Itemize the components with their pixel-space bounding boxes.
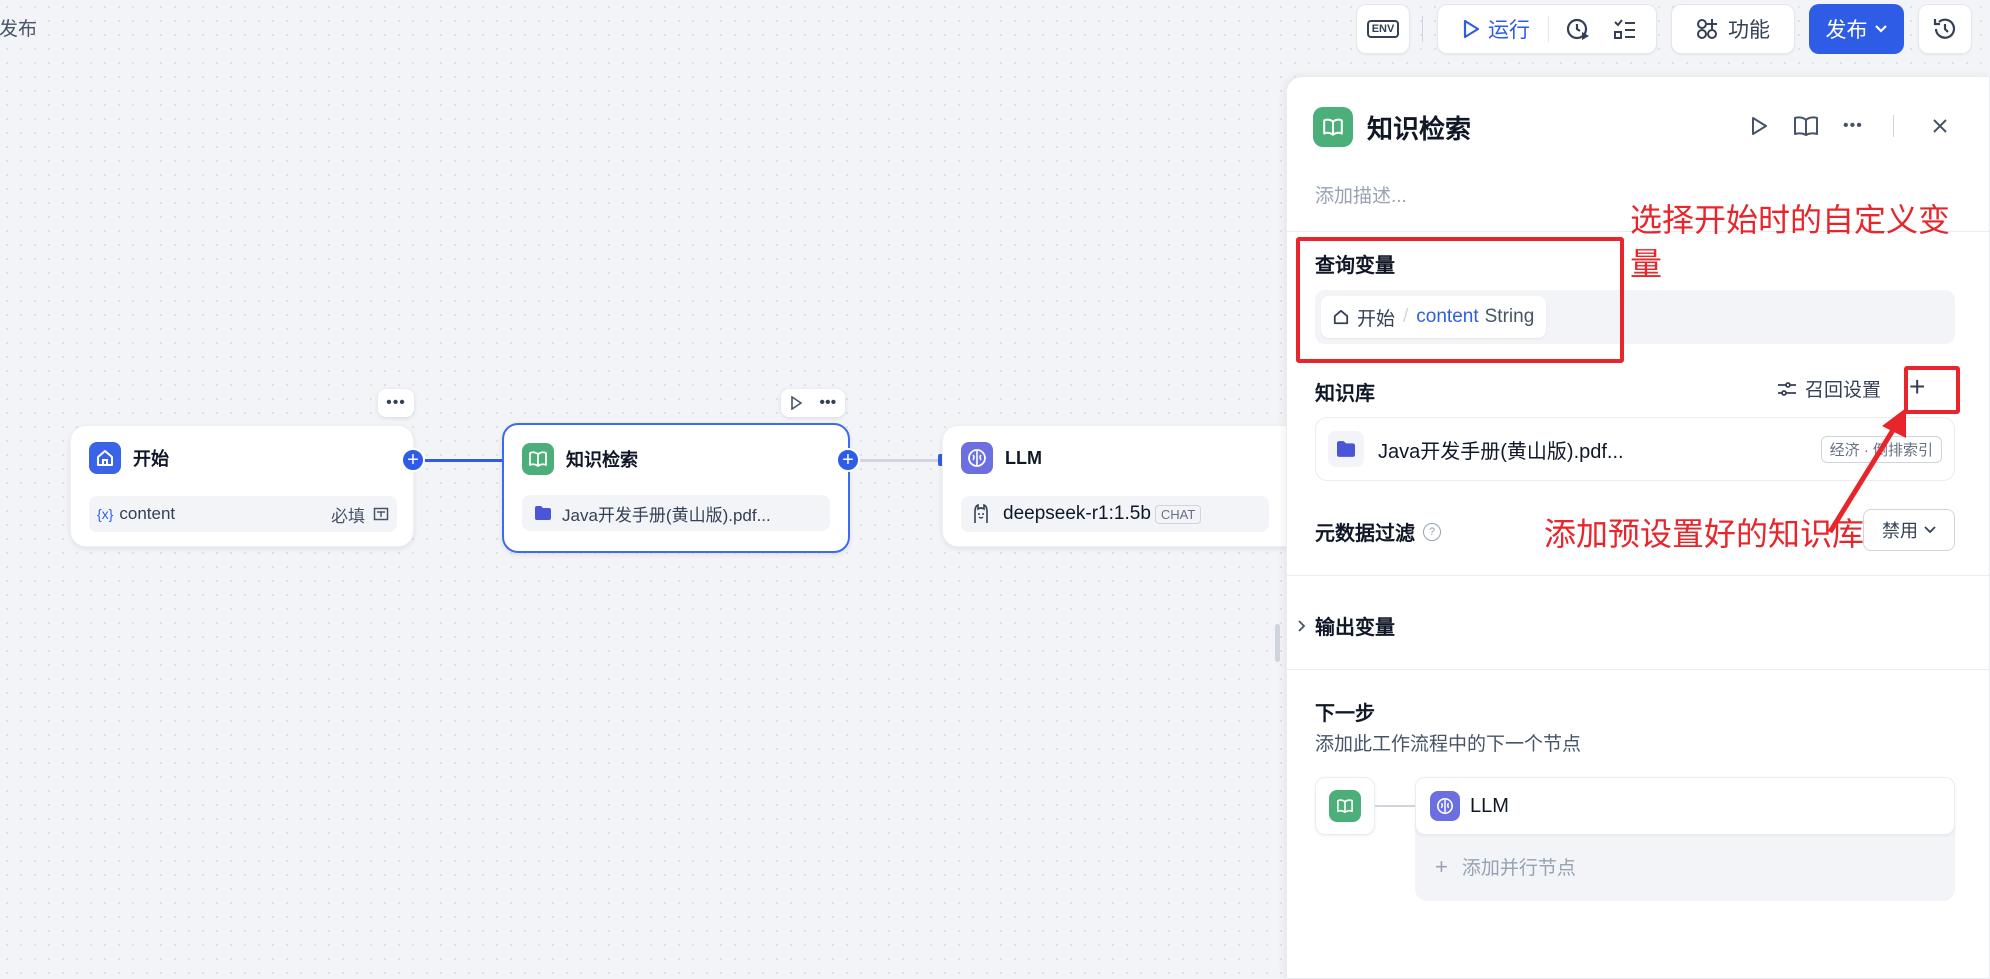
- panel-title: 知识检索: [1367, 113, 1472, 144]
- llm-model-name: deepseek-r1:1.5b: [1003, 503, 1151, 524]
- annotation-box-query: [1296, 237, 1624, 363]
- panel-resize-handle[interactable]: [1275, 624, 1280, 662]
- llm-node[interactable]: LLM deepseek-r1:1.5b CHAT: [942, 425, 1292, 547]
- book-icon: [522, 443, 554, 475]
- folder-icon: [535, 506, 551, 520]
- next-node-name: LLM: [1470, 794, 1509, 817]
- edge-knowledge-llm: [858, 459, 942, 462]
- checklist-button[interactable]: [1613, 18, 1637, 40]
- home-icon: [89, 442, 121, 474]
- input-type-icon: [373, 507, 389, 521]
- publish-button[interactable]: 发布: [1809, 4, 1904, 54]
- knowledge-node[interactable]: 知识检索 Java开发手册(黄山版).pdf...: [502, 423, 850, 553]
- knowledge-base-label: 知识库: [1315, 383, 1375, 405]
- plus-icon: +: [842, 449, 854, 471]
- annotation-arrow: [1827, 408, 1906, 534]
- start-node[interactable]: 开始 {x} content 必填: [70, 425, 414, 547]
- more-icon[interactable]: •••: [1843, 117, 1863, 135]
- env-button[interactable]: ENV: [1356, 4, 1410, 54]
- start-node-more-button[interactable]: •••: [378, 389, 414, 417]
- add-parallel-label: 添加并行节点: [1461, 858, 1576, 879]
- publish-status: 未发布: [0, 19, 38, 40]
- annotation-add-kb: 添加预设置好的知识库: [1544, 516, 1865, 552]
- add-parallel-node-button[interactable]: + 添加并行节点: [1435, 853, 1576, 880]
- chevron-right-icon: [1298, 619, 1306, 632]
- book-icon: [1313, 107, 1353, 147]
- checklist-icon: [1614, 19, 1635, 39]
- play-icon[interactable]: [790, 396, 802, 410]
- llm-model-row[interactable]: deepseek-r1:1.5b CHAT: [961, 496, 1269, 532]
- publish-label: 发布: [1825, 19, 1868, 42]
- knowledge-node-toolbar: •••: [781, 389, 845, 417]
- edge-start-knowledge: [414, 459, 504, 462]
- toolbar-divider: [1422, 16, 1423, 42]
- next-node-llm[interactable]: LLM: [1415, 777, 1955, 835]
- book-open-icon[interactable]: [1793, 115, 1819, 137]
- run-history-button[interactable]: [1565, 16, 1591, 42]
- start-add-button[interactable]: +: [401, 448, 425, 472]
- brain-icon: [1430, 791, 1460, 821]
- knowledge-node-title: 知识检索: [566, 450, 638, 470]
- start-var-name: content: [119, 504, 176, 523]
- next-step-connector: [1375, 805, 1415, 807]
- next-step-description: 添加此工作流程中的下一个节点: [1315, 734, 1582, 755]
- description-input[interactable]: 添加描述...: [1315, 181, 1407, 208]
- help-icon[interactable]: ?: [1423, 522, 1441, 541]
- version-history-button[interactable]: [1918, 4, 1972, 54]
- variable-icon: {x}: [97, 506, 114, 522]
- recall-settings-label: 召回设置: [1805, 380, 1882, 401]
- ollama-icon: [974, 503, 988, 523]
- clock-play-icon: [1566, 18, 1589, 40]
- metadata-filter-label: 元数据过滤: [1315, 523, 1415, 545]
- env-icon: ENV: [1366, 20, 1400, 38]
- next-step-title: 下一步: [1315, 703, 1375, 725]
- knowledge-add-button[interactable]: +: [836, 448, 860, 472]
- play-icon[interactable]: [1749, 115, 1769, 137]
- run-button[interactable]: 运行: [1438, 14, 1530, 44]
- apps-icon: [1697, 19, 1717, 39]
- run-group: 运行: [1437, 4, 1657, 54]
- panel-divider: [1287, 669, 1990, 670]
- knowledge-file-row[interactable]: Java开发手册(黄山版).pdf...: [522, 495, 830, 531]
- plus-icon: +: [407, 449, 419, 471]
- features-label: 功能: [1728, 19, 1770, 42]
- required-label: 必填: [331, 506, 365, 526]
- play-icon: [1463, 19, 1480, 39]
- plus-icon: +: [1435, 853, 1448, 879]
- recall-settings-button[interactable]: 召回设置: [1777, 375, 1881, 402]
- output-variables-toggle[interactable]: 输出变量: [1297, 611, 1395, 640]
- chevron-down-icon: [1924, 526, 1936, 534]
- knowledge-item-name: Java开发手册(黄山版).pdf...: [1378, 440, 1624, 463]
- knowledge-file-name: Java开发手册(黄山版).pdf...: [562, 505, 771, 525]
- panel-divider: [1287, 575, 1990, 576]
- features-button[interactable]: 功能: [1671, 4, 1795, 54]
- more-icon: •••: [386, 394, 406, 411]
- more-icon[interactable]: •••: [819, 394, 836, 412]
- start-var-row[interactable]: {x} content 必填: [89, 496, 397, 532]
- annotation-select-var: 选择开始时的自定义变量: [1630, 202, 1951, 282]
- close-icon[interactable]: [1930, 116, 1950, 136]
- history-icon: [1933, 18, 1956, 39]
- chevron-down-icon: [1874, 25, 1887, 33]
- current-node-icon: [1315, 777, 1375, 835]
- header-divider: [1892, 115, 1894, 137]
- brain-icon: [961, 442, 993, 474]
- run-divider: [1548, 16, 1549, 42]
- next-step-list: LLM + 添加并行节点: [1415, 777, 1955, 901]
- llm-mode-badge: CHAT: [1154, 504, 1202, 524]
- output-variables-label: 输出变量: [1315, 617, 1395, 639]
- llm-node-title: LLM: [1005, 447, 1042, 468]
- book-icon: [1329, 790, 1361, 822]
- start-node-title: 开始: [133, 449, 169, 469]
- folder-icon: [1328, 431, 1364, 467]
- run-label: 运行: [1488, 19, 1530, 42]
- sliders-icon: [1778, 381, 1796, 396]
